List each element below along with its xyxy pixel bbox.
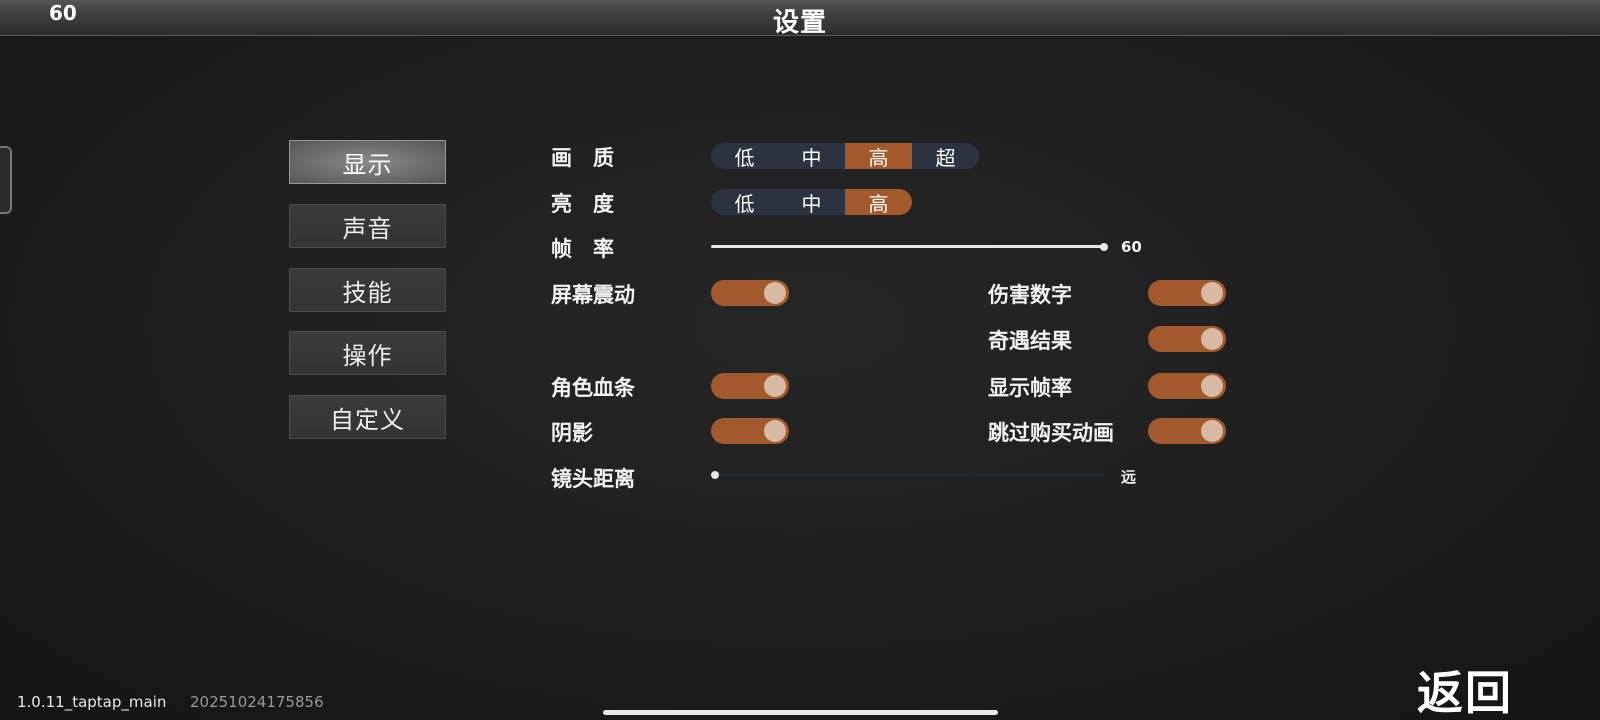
version-text: 1.0.11_taptap_main [17, 693, 167, 711]
quality-option-medium[interactable]: 中 [778, 143, 845, 170]
tab-skills[interactable]: 技能 [289, 268, 446, 312]
brightness-selector: 低 中 高 [711, 189, 912, 215]
damage-numbers-toggle[interactable] [1148, 280, 1226, 306]
show-fps-label: 显示帧率 [988, 376, 1072, 400]
show-fps-toggle[interactable] [1148, 373, 1226, 399]
framerate-slider[interactable] [711, 245, 1105, 248]
back-button[interactable]: 返回 [1417, 657, 1513, 720]
brightness-option-medium[interactable]: 中 [778, 189, 845, 216]
tab-sound[interactable]: 声音 [289, 204, 446, 248]
quality-selector: 低 中 高 超 [711, 143, 979, 169]
toggle-knob [1201, 375, 1223, 397]
camera-distance-slider-handle[interactable] [711, 471, 719, 479]
quality-option-ultra[interactable]: 超 [912, 143, 979, 170]
title-bar: 60 设置 [0, 0, 1600, 38]
health-bar-toggle[interactable] [711, 373, 789, 399]
toggle-knob [764, 375, 786, 397]
settings-screen: 60 设置 显示 声音 技能 操作 自定义 画 质 低 中 高 超 亮 度 低 … [0, 0, 1600, 720]
tab-controls[interactable]: 操作 [289, 331, 446, 375]
skip-purchase-animation-label: 跳过购买动画 [988, 421, 1114, 445]
health-bar-label: 角色血条 [551, 376, 635, 400]
screen-shake-label: 屏幕震动 [551, 283, 635, 307]
shadow-toggle[interactable] [711, 418, 789, 444]
quality-option-high[interactable]: 高 [845, 143, 912, 169]
encounter-result-toggle[interactable] [1148, 326, 1226, 352]
encounter-result-label: 奇遇结果 [988, 329, 1072, 353]
shadow-label: 阴影 [551, 421, 593, 445]
tab-display[interactable]: 显示 [289, 140, 446, 184]
tab-custom[interactable]: 自定义 [289, 395, 446, 439]
screen-shake-toggle[interactable] [711, 280, 789, 306]
camera-distance-slider[interactable] [711, 473, 1105, 476]
camera-distance-value: 远 [1121, 468, 1137, 486]
framerate-value: 60 [1121, 238, 1142, 256]
toggle-knob [1201, 282, 1223, 304]
framerate-label: 帧 率 [551, 237, 614, 261]
brightness-label: 亮 度 [551, 192, 614, 216]
toggle-knob [764, 420, 786, 442]
build-number: 20251024175856 [190, 693, 324, 711]
toggle-knob [1201, 328, 1223, 350]
home-indicator[interactable] [603, 710, 998, 715]
toggle-knob [764, 282, 786, 304]
quality-label: 画 质 [551, 146, 614, 170]
camera-distance-label: 镜头距离 [551, 467, 635, 491]
side-drawer-handle[interactable] [0, 146, 12, 214]
toggle-knob [1201, 420, 1223, 442]
framerate-slider-handle[interactable] [1100, 243, 1108, 251]
damage-numbers-label: 伤害数字 [988, 283, 1072, 307]
skip-purchase-animation-toggle[interactable] [1148, 418, 1226, 444]
page-title: 设置 [772, 8, 827, 38]
brightness-option-low[interactable]: 低 [711, 189, 778, 216]
quality-option-low[interactable]: 低 [711, 143, 778, 170]
brightness-option-high[interactable]: 高 [845, 189, 912, 215]
